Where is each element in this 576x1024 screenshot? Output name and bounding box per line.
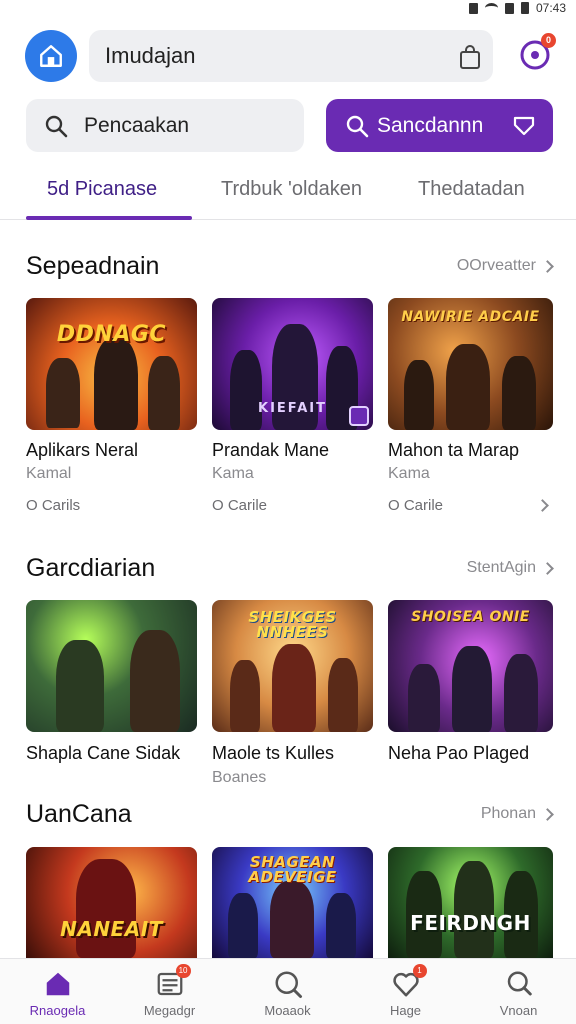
card-name: Neha Pao Plaged	[388, 743, 530, 763]
wifi-icon	[484, 3, 498, 13]
see-all-label: OOrveatter	[456, 257, 536, 274]
nav-badge: 10	[175, 964, 191, 978]
nav-item-home[interactable]: Rnaogela	[0, 959, 115, 1024]
home-icon	[40, 45, 62, 67]
game-thumbnail: NAWIRIE ADCAIE	[388, 298, 553, 430]
notification-button[interactable]: 0	[518, 33, 556, 72]
address-bar[interactable]: Imudajan	[89, 30, 493, 82]
section-title: UanCana	[26, 800, 132, 828]
thumbnail-title: SHEIKGES NNHEES	[248, 608, 337, 641]
search-icon	[507, 971, 532, 996]
search-placeholder: Pencaakan	[84, 114, 190, 137]
nav-badge: 1	[412, 964, 427, 978]
filter-icon[interactable]	[513, 115, 535, 137]
nav-label: Moaaok	[264, 1003, 311, 1018]
game-thumbnail: SHAGEAN ADEVEIGE	[212, 847, 373, 958]
card-subtitle: Kamal	[26, 465, 72, 482]
search-input[interactable]: Pencaakan	[26, 99, 304, 152]
status-icons: 07:43	[468, 0, 566, 16]
game-thumbnail	[26, 600, 197, 732]
chevron-right-icon	[541, 561, 554, 575]
thumbnail-title: SHAGEAN ADEVEIGE	[248, 853, 337, 886]
home-button[interactable]	[25, 30, 77, 82]
section-title: Sepeadnain	[26, 252, 160, 280]
chevron-right-icon[interactable]	[536, 499, 549, 512]
see-all-label: StentAgin	[466, 559, 536, 576]
card-name: Mahon ta Marap	[388, 440, 520, 460]
thumbnail-title: NANEAIT	[60, 917, 163, 941]
tab-picanase[interactable]: 5d Picanase	[47, 160, 157, 219]
address-text: Imudajan	[105, 43, 196, 68]
see-all-link[interactable]: Phonan	[480, 805, 554, 823]
game-thumbnail: NANEAIT	[26, 847, 197, 958]
game-thumbnail: FEIRDNGH	[388, 847, 553, 958]
see-all-link[interactable]: OOrveatter	[456, 257, 554, 275]
nav-label: Vnoan	[499, 1003, 538, 1018]
card-name: Aplikars Neral	[26, 440, 139, 460]
thumbnail-title: FEIRDNGH	[410, 911, 531, 935]
chevron-right-icon	[541, 807, 554, 821]
game-thumbnail: SHEIKGES NNHEES	[212, 600, 373, 732]
nav-item-favorites[interactable]: 1 Hage	[348, 959, 463, 1024]
nav-label: Megadgr	[143, 1003, 196, 1018]
game-thumbnail: KIEFAIT	[212, 298, 373, 430]
battery-icon	[520, 2, 529, 14]
card-name: Shapla Cane Sidak	[26, 743, 181, 763]
status-bar: 07:43	[0, 0, 576, 16]
tab-thedatadan[interactable]: Thedatadan	[418, 160, 525, 219]
shopping-bag-icon[interactable]	[459, 44, 481, 70]
thumbnail-title: NAWIRIE ADCAIE	[401, 309, 540, 325]
bottom-navigation: Rnaogela 10 Megadgr Moaaok 1 Hage Vnoan	[0, 958, 576, 1024]
search-button-label: Sancdannn	[377, 114, 484, 137]
search-icon	[45, 115, 68, 138]
see-all-link[interactable]: StentAgin	[466, 559, 554, 577]
card-subtitle: Kama	[212, 465, 254, 482]
card-name: Prandak Mane	[212, 440, 330, 460]
search-button[interactable]: Sancdannn	[326, 99, 553, 152]
search-icon	[346, 115, 369, 138]
badge-icon	[349, 406, 369, 426]
card-meta: O Carile	[388, 497, 444, 514]
nav-label: Rnaogela	[29, 1003, 86, 1018]
vibrate-icon	[468, 2, 478, 14]
status-time: 07:43	[535, 1, 566, 15]
top-bar: Imudajan 0	[0, 28, 576, 86]
notification-badge: 0	[541, 33, 556, 48]
see-all-label: Phonan	[480, 805, 536, 822]
game-thumbnail: DDNAGC	[26, 298, 197, 430]
section-title: Garcdiarian	[26, 554, 156, 582]
home-icon	[46, 972, 69, 996]
active-tab-indicator	[26, 216, 192, 220]
thumbnail-title: DDNAGC	[56, 322, 167, 347]
nav-item-list[interactable]: 10 Megadgr	[112, 959, 227, 1024]
card-subtitle: Kama	[388, 465, 430, 482]
tab-oldaken[interactable]: Trdbuk 'oldaken	[221, 160, 362, 219]
card-meta: O Carils	[26, 497, 81, 514]
tab-bar: 5d Picanase Trdbuk 'oldaken Thedatadan	[0, 160, 576, 220]
thumbnail-title: SHOISEA ONIE	[411, 609, 530, 625]
chevron-right-icon	[541, 259, 554, 273]
signal-icon	[504, 2, 514, 14]
game-thumbnail: SHOISEA ONIE	[388, 600, 553, 732]
card-name: Maole ts Kulles	[212, 743, 335, 763]
search-icon	[275, 971, 302, 998]
nav-label: Hage	[389, 1003, 422, 1018]
card-meta: O Carile	[212, 497, 268, 514]
card-subtitle: Boanes	[212, 769, 267, 786]
nav-item-explore[interactable]: Vnoan	[461, 959, 576, 1024]
nav-item-search[interactable]: Moaaok	[230, 959, 345, 1024]
